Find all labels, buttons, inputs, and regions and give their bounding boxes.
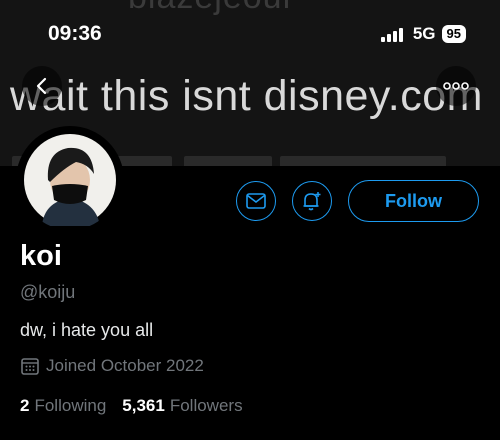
- follow-button[interactable]: Follow: [348, 180, 479, 222]
- message-button[interactable]: [236, 181, 276, 221]
- following-count: 2: [20, 396, 30, 415]
- status-indicators: 5G 95: [380, 22, 466, 46]
- joined-date: Joined October 2022: [20, 356, 204, 376]
- avatar-image: [24, 134, 116, 226]
- notification-bell-icon: [303, 192, 321, 211]
- message-icon: [246, 193, 266, 209]
- joined-text: Joined October 2022: [46, 356, 204, 375]
- followers-link[interactable]: 5,361 Followers: [122, 396, 242, 416]
- following-link[interactable]: 2 Following: [20, 396, 106, 416]
- profile-name: koi: [20, 240, 62, 272]
- followers-label: Followers: [169, 396, 243, 415]
- notification-button[interactable]: [292, 181, 332, 221]
- back-arrow-icon: [36, 77, 47, 95]
- network-type: 5G: [412, 24, 436, 43]
- avatar[interactable]: [20, 130, 120, 230]
- back-button[interactable]: [22, 66, 62, 106]
- followers-count: 5,361: [122, 396, 165, 415]
- more-icon: [443, 82, 469, 90]
- profile-stats: 2 Following 5,361 Followers: [20, 396, 259, 416]
- status-time: 09:36: [48, 22, 102, 45]
- signal-icon: [380, 26, 405, 42]
- banner-main-text: wait this isnt disney.com: [10, 72, 483, 120]
- calendar-icon: [21, 358, 39, 375]
- battery-icon: 95: [441, 25, 466, 43]
- more-button[interactable]: [436, 66, 476, 106]
- profile-bio: dw, i hate you all: [20, 320, 154, 340]
- profile-handle: @koiju: [20, 282, 76, 302]
- following-label: Following: [34, 396, 107, 415]
- banner-top-text: blazejeour: [128, 0, 295, 17]
